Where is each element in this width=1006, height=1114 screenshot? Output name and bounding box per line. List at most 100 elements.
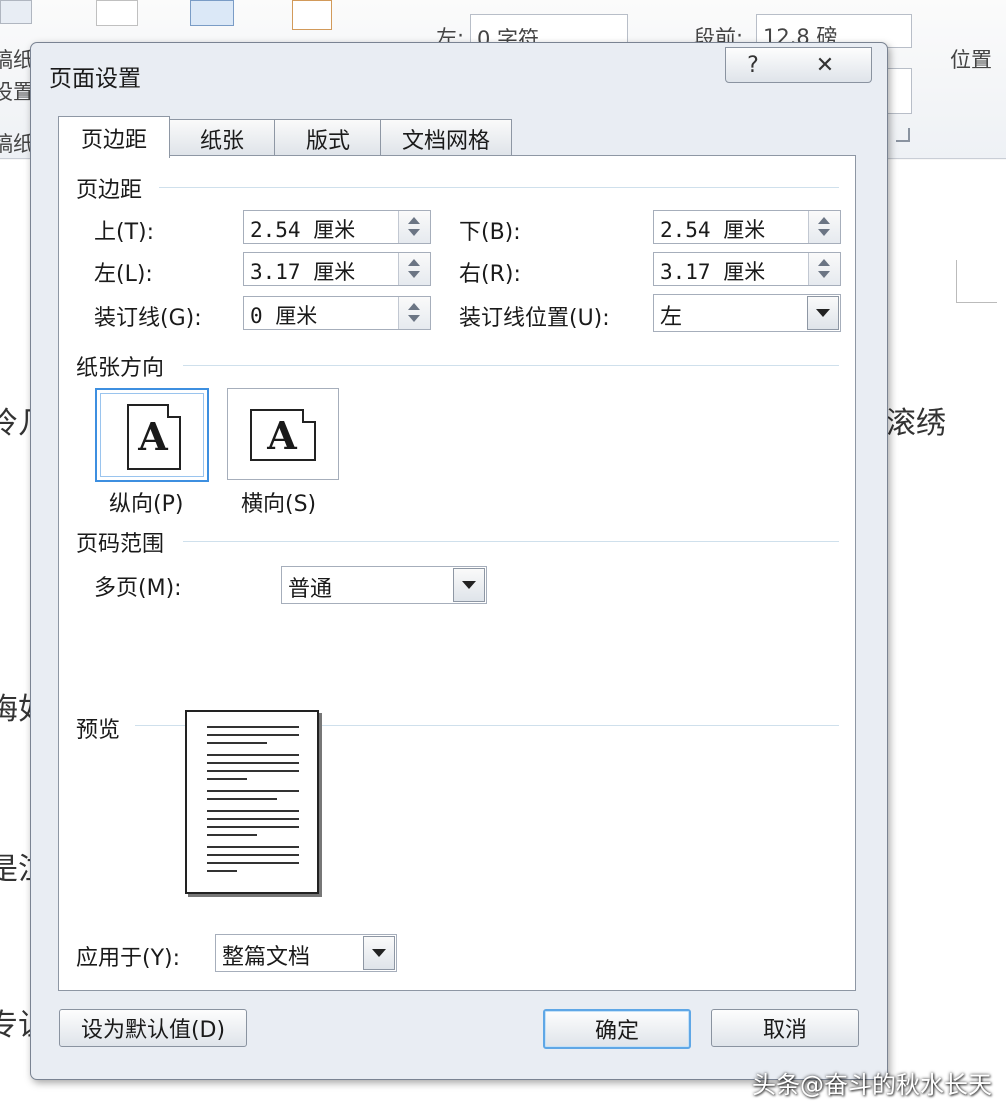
ok-button[interactable]: 确定 xyxy=(543,1009,691,1049)
ribbon-icon-1[interactable] xyxy=(0,0,32,24)
left-margin-spinner[interactable]: 3.17 厘米 xyxy=(243,252,431,286)
ribbon-left-partial-2: 设置 xyxy=(0,80,34,104)
preview-line xyxy=(207,870,237,872)
bottom-margin-label: 下(B): xyxy=(459,220,521,245)
portrait-label[interactable]: 纵向(P) xyxy=(109,486,183,518)
bottom-margin-spinner[interactable]: 2.54 厘米 xyxy=(653,210,841,244)
set-default-button[interactable]: 设为默认值(D) xyxy=(59,1009,247,1047)
ribbon-icon-2[interactable] xyxy=(96,0,138,26)
position-label[interactable]: 位置 xyxy=(950,44,992,74)
tab-paper[interactable]: 纸张 xyxy=(168,119,276,158)
preview-line xyxy=(207,778,247,780)
spin-down-icon xyxy=(818,229,830,236)
cancel-button[interactable]: 取消 xyxy=(711,1009,859,1047)
gutter-position-select[interactable]: 左 xyxy=(653,294,841,332)
gutter-spinner[interactable]: 0 厘米 xyxy=(243,296,431,330)
preview-line xyxy=(207,790,299,792)
ribbon-icon-3[interactable] xyxy=(190,0,234,26)
tab-margins-label: 页边距 xyxy=(80,127,147,153)
tab-document-grid[interactable]: 文档网格 xyxy=(380,119,512,158)
right-margin-spin-arrows[interactable] xyxy=(808,253,840,285)
close-icon: ✕ xyxy=(815,52,835,78)
page-setup-dialog: 页面设置 ? ✕ 页边距 纸张 版式 文档网格 页边距 上(T): 2.54 厘… xyxy=(30,42,888,1080)
spin-up-icon xyxy=(818,217,830,224)
preview-line xyxy=(207,798,277,800)
ribbon-icon-4[interactable] xyxy=(292,0,332,30)
top-margin-label: 上(T): xyxy=(94,220,155,245)
preview-line xyxy=(207,726,299,728)
gutter-label: 装订线(G): xyxy=(94,306,202,331)
right-margin-label: 右(R): xyxy=(459,262,521,287)
preview-line xyxy=(207,770,299,772)
gutter-position-label: 装订线位置(U): xyxy=(459,306,610,331)
gutter-spin-arrows[interactable] xyxy=(398,297,430,329)
orientation-section-title: 纸张方向 xyxy=(76,356,165,381)
help-button[interactable]: ? xyxy=(725,47,781,83)
preview-line xyxy=(207,818,299,820)
page-preview xyxy=(185,710,319,894)
left-margin-label: 左(L): xyxy=(94,262,153,287)
close-button[interactable]: ✕ xyxy=(779,47,872,83)
spin-up-icon xyxy=(408,303,420,310)
landscape-option[interactable]: A xyxy=(227,388,339,480)
margins-section-divider xyxy=(159,187,839,188)
margins-panel: 页边距 上(T): 2.54 厘米 下(B): 2.54 厘米 左(L): 3.… xyxy=(58,155,856,991)
top-margin-value: 2.54 厘米 xyxy=(250,218,356,242)
multiple-pages-dropdown[interactable] xyxy=(453,568,485,602)
doc-text-partial-2: 滚绣 xyxy=(886,406,946,441)
cancel-label: 取消 xyxy=(762,1018,807,1043)
orientation-section-divider xyxy=(183,365,839,366)
preview-line xyxy=(207,810,299,812)
spin-down-icon xyxy=(818,271,830,278)
apply-to-select[interactable]: 整篇文档 xyxy=(215,934,397,972)
tab-document-grid-label: 文档网格 xyxy=(401,129,490,154)
pages-section-divider xyxy=(183,541,839,542)
preview-line xyxy=(207,846,299,848)
landscape-page-letter: A xyxy=(267,413,297,458)
spin-down-icon xyxy=(408,315,420,322)
ribbon-left-partial-3: 稿纸 xyxy=(0,132,34,156)
preview-line xyxy=(207,762,299,764)
gutter-position-value: 左 xyxy=(660,305,683,330)
right-margin-spinner[interactable]: 3.17 厘米 xyxy=(653,252,841,286)
preview-line xyxy=(207,754,299,756)
ok-label: 确定 xyxy=(594,1019,639,1044)
multiple-pages-select[interactable]: 普通 xyxy=(281,566,487,604)
landscape-page-icon: A xyxy=(250,409,316,461)
right-margin-value: 3.17 厘米 xyxy=(660,260,766,284)
landscape-label[interactable]: 横向(S) xyxy=(241,486,316,518)
bottom-margin-spin-arrows[interactable] xyxy=(808,211,840,243)
chevron-down-icon xyxy=(462,581,476,589)
preview-section-title: 预览 xyxy=(76,718,121,743)
preview-line xyxy=(207,854,299,856)
gutter-position-dropdown[interactable] xyxy=(807,296,839,330)
dialog-launcher-icon[interactable] xyxy=(896,128,910,142)
spacing-after-field[interactable] xyxy=(886,68,912,114)
preview-line xyxy=(207,742,267,744)
apply-to-dropdown[interactable] xyxy=(363,936,395,970)
tab-layout[interactable]: 版式 xyxy=(274,119,382,158)
spin-down-icon xyxy=(408,229,420,236)
page-corner-mark xyxy=(956,260,997,303)
spin-up-icon xyxy=(818,259,830,266)
multiple-pages-label: 多页(M): xyxy=(94,576,182,601)
portrait-option[interactable]: A xyxy=(95,388,209,482)
pages-section-title: 页码范围 xyxy=(76,532,165,557)
tab-layout-label: 版式 xyxy=(305,129,350,154)
chevron-down-icon xyxy=(816,309,830,317)
spin-down-icon xyxy=(408,271,420,278)
preview-line xyxy=(207,734,299,736)
margins-section-title: 页边距 xyxy=(76,178,143,203)
ribbon-left-partial-1: 稿纸 xyxy=(0,48,34,72)
portrait-page-letter: A xyxy=(138,414,168,459)
bottom-margin-value: 2.54 厘米 xyxy=(660,218,766,242)
preview-line xyxy=(207,862,299,864)
tab-margins[interactable]: 页边距 xyxy=(58,116,170,158)
spin-up-icon xyxy=(408,259,420,266)
apply-to-value: 整篇文档 xyxy=(222,945,311,970)
top-margin-spin-arrows[interactable] xyxy=(398,211,430,243)
top-margin-spinner[interactable]: 2.54 厘米 xyxy=(243,210,431,244)
chevron-down-icon xyxy=(372,949,386,957)
help-icon: ? xyxy=(747,52,759,78)
left-margin-spin-arrows[interactable] xyxy=(398,253,430,285)
